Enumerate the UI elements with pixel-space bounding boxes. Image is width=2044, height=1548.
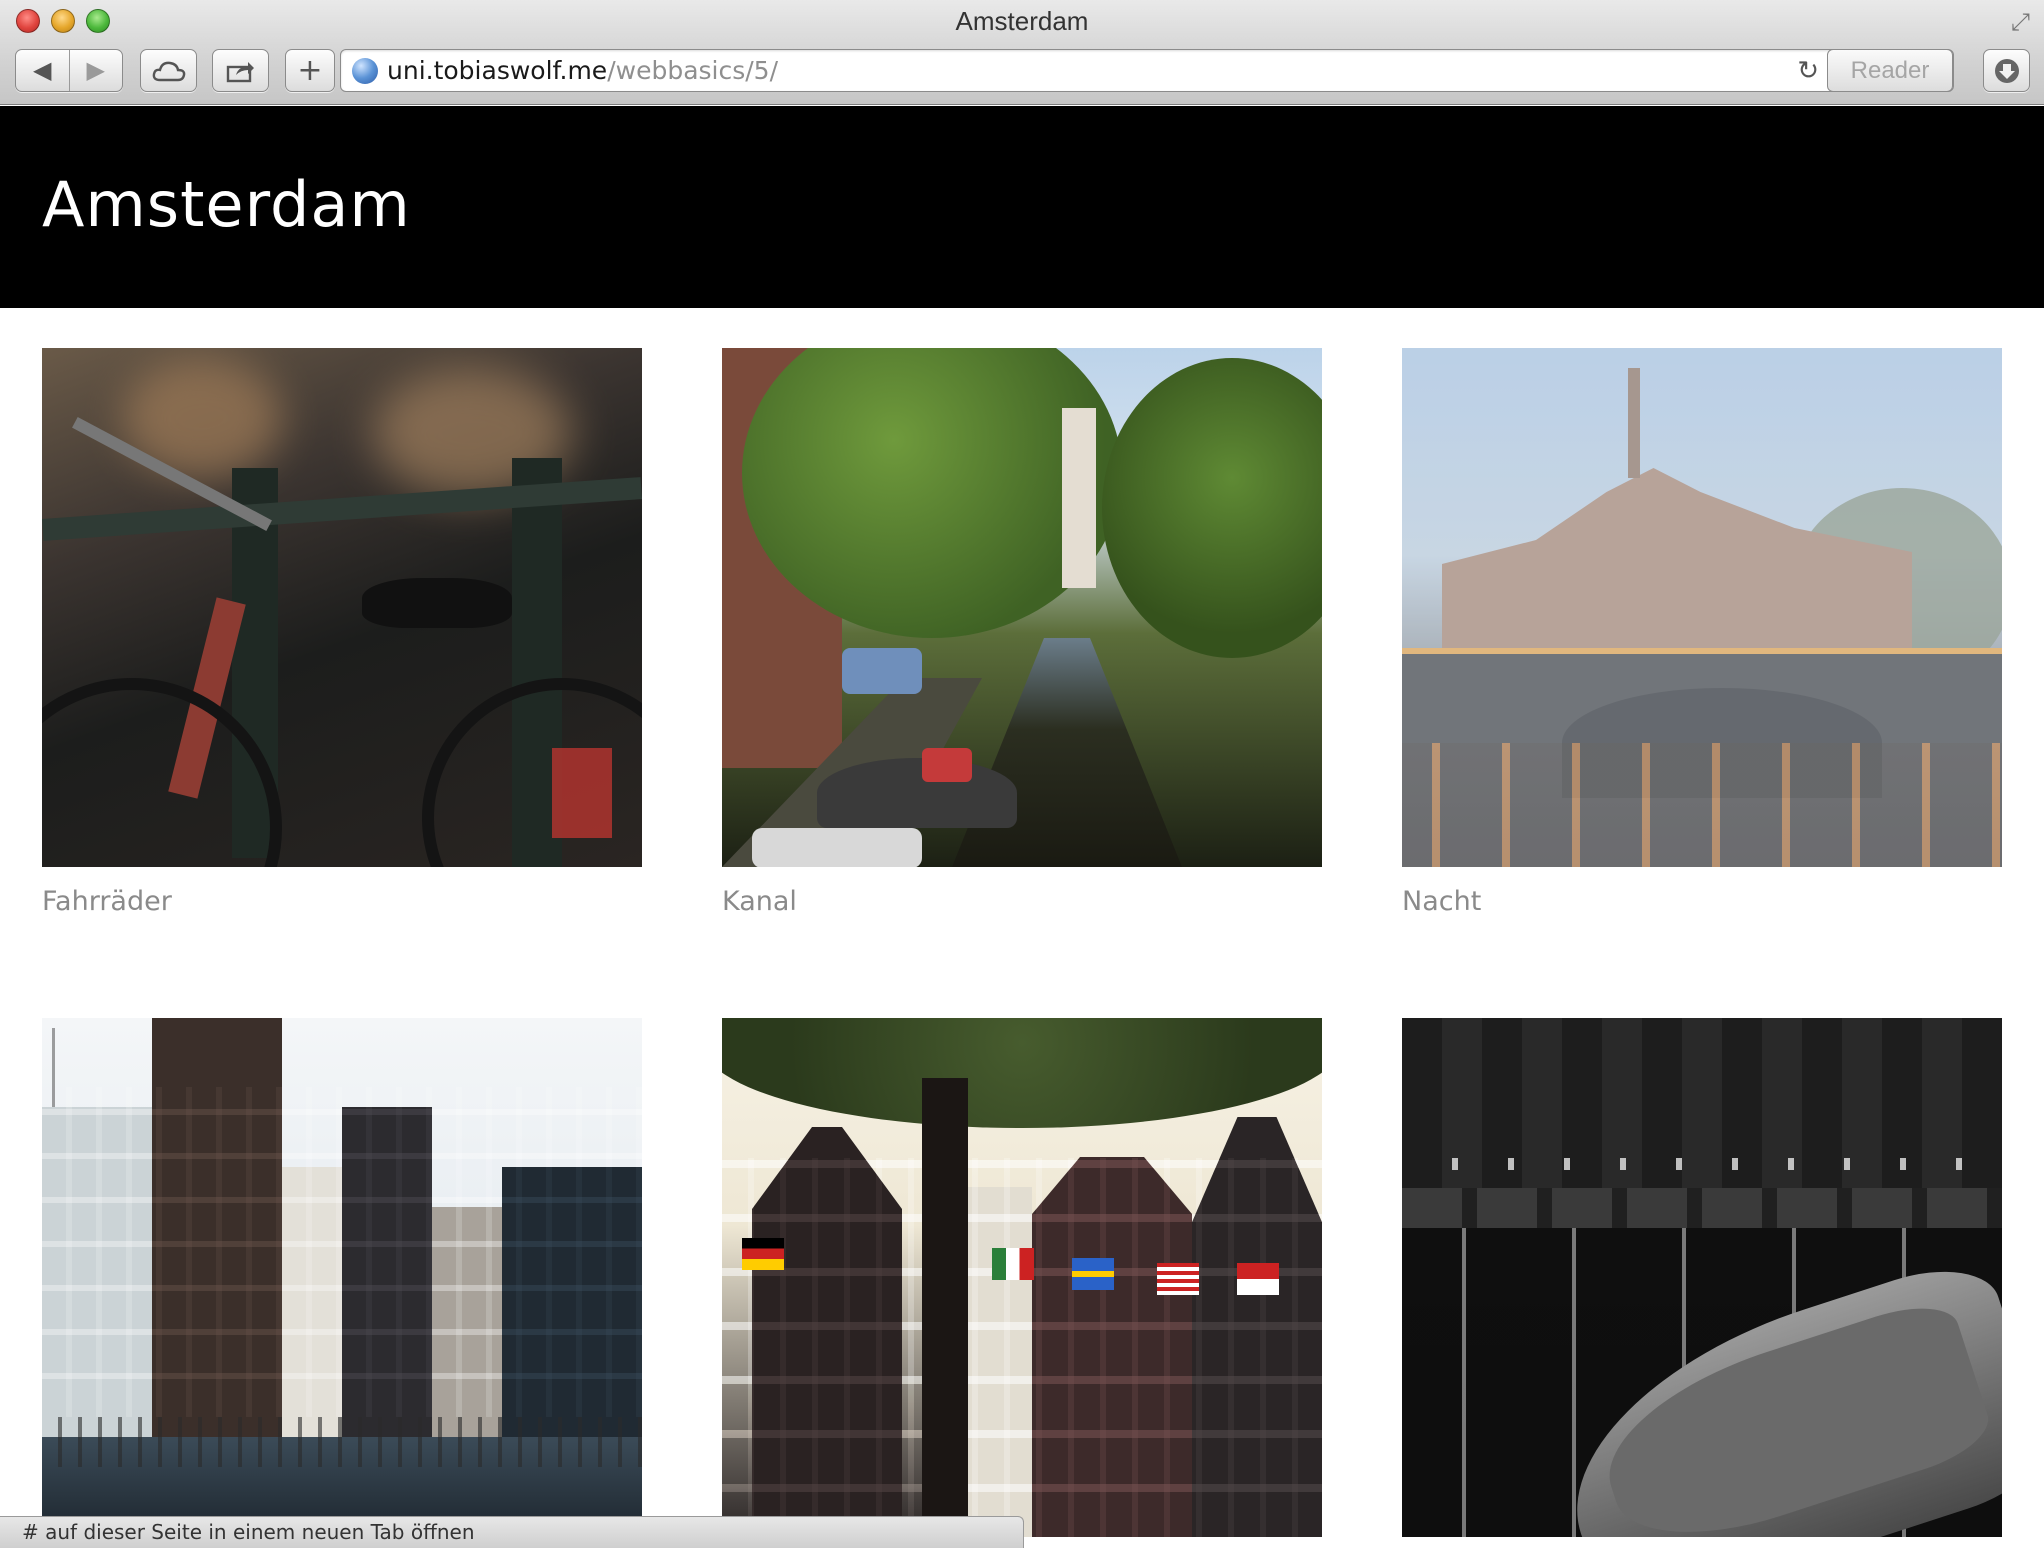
globe-icon — [352, 58, 378, 84]
share-icon — [226, 61, 254, 82]
photo-bicycles[interactable] — [42, 348, 642, 867]
gallery-caption[interactable]: Nacht — [1402, 886, 1481, 917]
browser-toolbar: Amsterdam ⤢ ◀ ▶ + uni.tobiaswolf.me/webb… — [0, 0, 2044, 105]
address-bar[interactable]: uni.tobiaswolf.me/webbasics/5/ ↻ Reader — [340, 49, 1954, 92]
gallery-item-fahrraeder[interactable]: Fahrräder — [42, 348, 642, 917]
back-arrow-icon[interactable]: ◀ — [16, 50, 69, 91]
gallery-item-kanal[interactable]: Kanal — [722, 348, 1322, 917]
url-text[interactable]: uni.tobiaswolf.me/webbasics/5/ — [387, 56, 778, 85]
gallery-item-nacht[interactable]: Nacht — [1402, 348, 2002, 917]
reader-button[interactable]: Reader — [1827, 49, 1953, 92]
reload-icon[interactable]: ↻ — [1797, 56, 1819, 86]
icloud-tabs-button[interactable] — [140, 49, 197, 92]
back-forward-group: ◀ ▶ — [15, 49, 123, 92]
url-host: uni.tobiaswolf.me — [387, 56, 608, 85]
add-label: + — [297, 52, 323, 88]
new-tab-button[interactable]: + — [285, 49, 335, 92]
gallery-item-6[interactable] — [1402, 1018, 2002, 1537]
gallery-item-5[interactable] — [722, 1018, 1322, 1537]
page-title: Amsterdam — [42, 168, 411, 241]
download-icon — [1994, 58, 2019, 83]
share-button[interactable] — [212, 49, 269, 92]
status-bar: # auf dieser Seite in einem neuen Tab öf… — [0, 1516, 1024, 1548]
gallery-item-4[interactable] — [42, 1018, 642, 1537]
photo-canal-night-bw[interactable] — [1402, 1018, 2002, 1537]
photo-night[interactable] — [1402, 348, 2002, 867]
downloads-button[interactable] — [1983, 49, 2030, 92]
gallery-caption[interactable]: Kanal — [722, 886, 797, 917]
url-path: /webbasics/5/ — [607, 56, 779, 85]
forward-arrow-icon[interactable]: ▶ — [70, 50, 123, 91]
photo-canal-houses[interactable] — [42, 1018, 642, 1537]
photo-houses-flags[interactable] — [722, 1018, 1322, 1537]
photo-canal[interactable] — [722, 348, 1322, 867]
gallery-caption[interactable]: Fahrräder — [42, 886, 172, 917]
fullscreen-arrows-icon[interactable]: ⤢ — [2011, 8, 2030, 36]
window-title: Amsterdam — [955, 6, 1089, 36]
site-header: Amsterdam — [0, 106, 2044, 308]
icloud-tabs-icon — [152, 61, 185, 81]
